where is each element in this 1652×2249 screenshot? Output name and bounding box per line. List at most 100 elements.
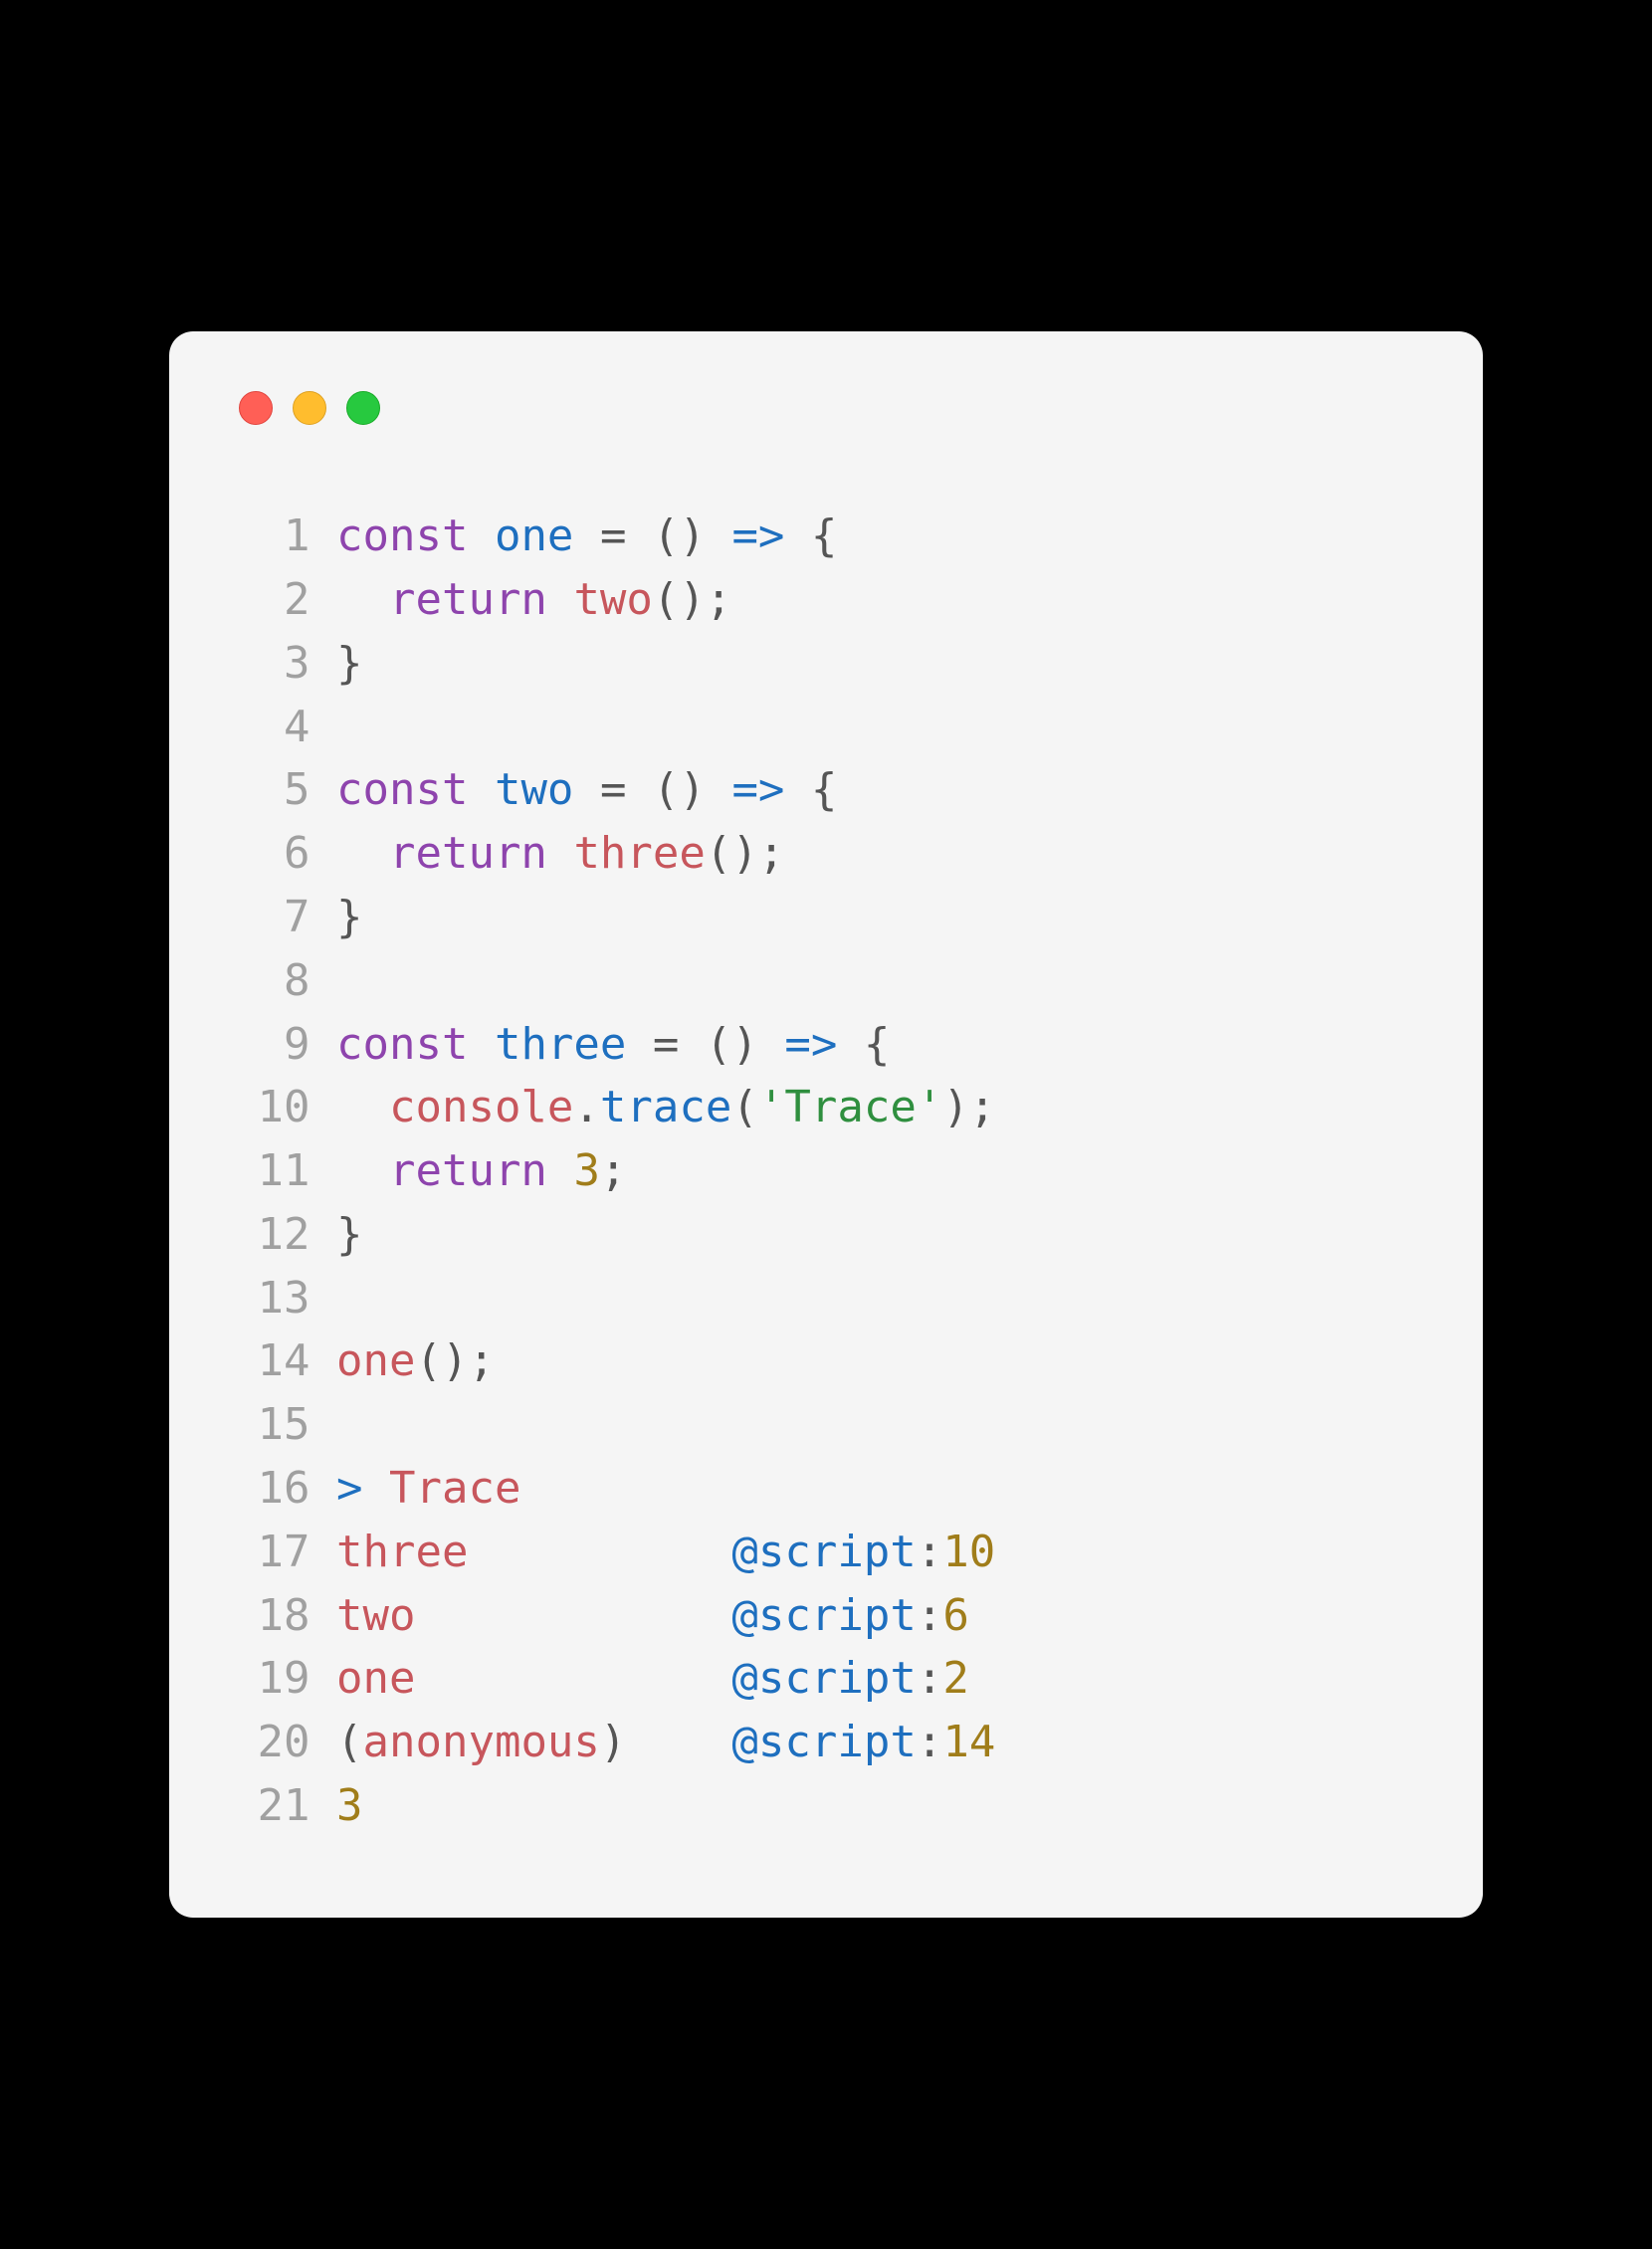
token-plain <box>626 764 653 815</box>
token-fn: two <box>495 764 573 815</box>
token-punc: ( <box>653 764 680 815</box>
code-line: 21 3 <box>239 1774 1413 1838</box>
token-name: Trace <box>389 1463 520 1514</box>
token-punc: ) <box>679 764 706 815</box>
token-punc: { <box>811 511 838 561</box>
code-line: 7} <box>239 886 1413 949</box>
token-at: @script <box>731 1590 916 1641</box>
code-line-content: one @script:2 <box>336 1647 1413 1711</box>
token-at: @script <box>731 1527 916 1577</box>
token-colon: : <box>917 1653 943 1704</box>
token-punc: = <box>600 511 627 561</box>
line-number: 13 <box>239 1267 310 1330</box>
code-line-content: two @script:6 <box>336 1584 1413 1648</box>
line-number: 18 <box>239 1584 310 1648</box>
code-line: 10 console.trace('Trace'); <box>239 1076 1413 1139</box>
code-line-content: one(); <box>336 1329 1413 1393</box>
token-fn: trace <box>600 1082 731 1132</box>
token-num: 14 <box>942 1717 995 1767</box>
line-number: 2 <box>239 568 310 632</box>
code-line-content: return 3; <box>336 1139 1413 1203</box>
code-line: 5const two = () => { <box>239 758 1413 822</box>
token-punc: ( <box>706 1019 732 1070</box>
line-number: 12 <box>239 1203 310 1267</box>
token-kw: return <box>389 1145 547 1196</box>
token-punc: ) <box>442 1335 469 1386</box>
token-plain <box>706 764 732 815</box>
token-punc: ; <box>600 1145 627 1196</box>
token-plain <box>363 1463 390 1514</box>
code-line-content: (anonymous) @script:14 <box>336 1711 1413 1774</box>
line-number: 20 <box>239 1711 310 1774</box>
line-number: 14 <box>239 1329 310 1393</box>
token-punc: = <box>653 1019 680 1070</box>
code-line: 18 two @script:6 <box>239 1584 1413 1648</box>
token-colon: : <box>917 1717 943 1767</box>
token-punc: ) <box>679 574 706 625</box>
token-op: => <box>731 511 784 561</box>
token-punc: ) <box>731 828 758 879</box>
token-punc: ( <box>336 1717 363 1767</box>
code-line: 9const three = () => { <box>239 1013 1413 1077</box>
code-line: 15 <box>239 1393 1413 1457</box>
token-kw: const <box>336 764 468 815</box>
token-plain <box>626 511 653 561</box>
token-name: three <box>573 828 705 879</box>
token-plain <box>468 764 495 815</box>
line-number: 8 <box>239 949 310 1013</box>
token-str: 'Trace' <box>758 1082 942 1132</box>
token-plain <box>415 1590 731 1641</box>
token-plain <box>573 511 600 561</box>
token-plain <box>468 511 495 561</box>
token-num: 3 <box>573 1145 600 1196</box>
token-punc: ( <box>731 1082 758 1132</box>
line-number: 5 <box>239 758 310 822</box>
token-plain <box>573 764 600 815</box>
code-line: 16 > Trace <box>239 1457 1413 1521</box>
token-num: 3 <box>336 1780 363 1831</box>
token-punc: { <box>811 764 838 815</box>
line-number: 11 <box>239 1139 310 1203</box>
code-line: 11 return 3; <box>239 1139 1413 1203</box>
token-num: 2 <box>942 1653 969 1704</box>
line-number: 17 <box>239 1521 310 1584</box>
code-line-content <box>336 949 1413 1013</box>
code-window: 1const one = () => {2 return two();3}4 5… <box>169 331 1483 1918</box>
token-name: two <box>336 1590 415 1641</box>
line-number: 6 <box>239 822 310 886</box>
token-punc: ; <box>468 1335 495 1386</box>
zoom-icon[interactable] <box>346 391 380 425</box>
token-gt: > <box>336 1463 363 1514</box>
token-punc: ) <box>731 1019 758 1070</box>
close-icon[interactable] <box>239 391 273 425</box>
token-plain <box>336 1082 389 1132</box>
code-line-content: } <box>336 632 1413 696</box>
token-punc: } <box>336 1209 363 1260</box>
code-line: 20 (anonymous) @script:14 <box>239 1711 1413 1774</box>
code-line: 13 <box>239 1267 1413 1330</box>
minimize-icon[interactable] <box>293 391 326 425</box>
token-plain <box>336 1145 389 1196</box>
line-number: 21 <box>239 1774 310 1838</box>
code-line-content: const three = () => { <box>336 1013 1413 1077</box>
code-line: 14 one(); <box>239 1329 1413 1393</box>
token-plain <box>706 511 732 561</box>
token-plain <box>547 828 574 879</box>
token-punc: { <box>864 1019 891 1070</box>
token-num: 6 <box>942 1590 969 1641</box>
code-line-content: 3 <box>336 1774 1413 1838</box>
line-number: 1 <box>239 505 310 568</box>
token-at: @script <box>731 1653 916 1704</box>
token-plain <box>758 1019 785 1070</box>
token-plain <box>336 574 389 625</box>
line-number: 4 <box>239 696 310 759</box>
code-line-content: const one = () => { <box>336 505 1413 568</box>
line-number: 7 <box>239 886 310 949</box>
code-line: 6 return three(); <box>239 822 1413 886</box>
code-line: 19one @script:2 <box>239 1647 1413 1711</box>
token-punc: ( <box>415 1335 442 1386</box>
token-plain <box>626 1019 653 1070</box>
line-number: 16 <box>239 1457 310 1521</box>
line-number: 15 <box>239 1393 310 1457</box>
token-fn: one <box>495 511 573 561</box>
